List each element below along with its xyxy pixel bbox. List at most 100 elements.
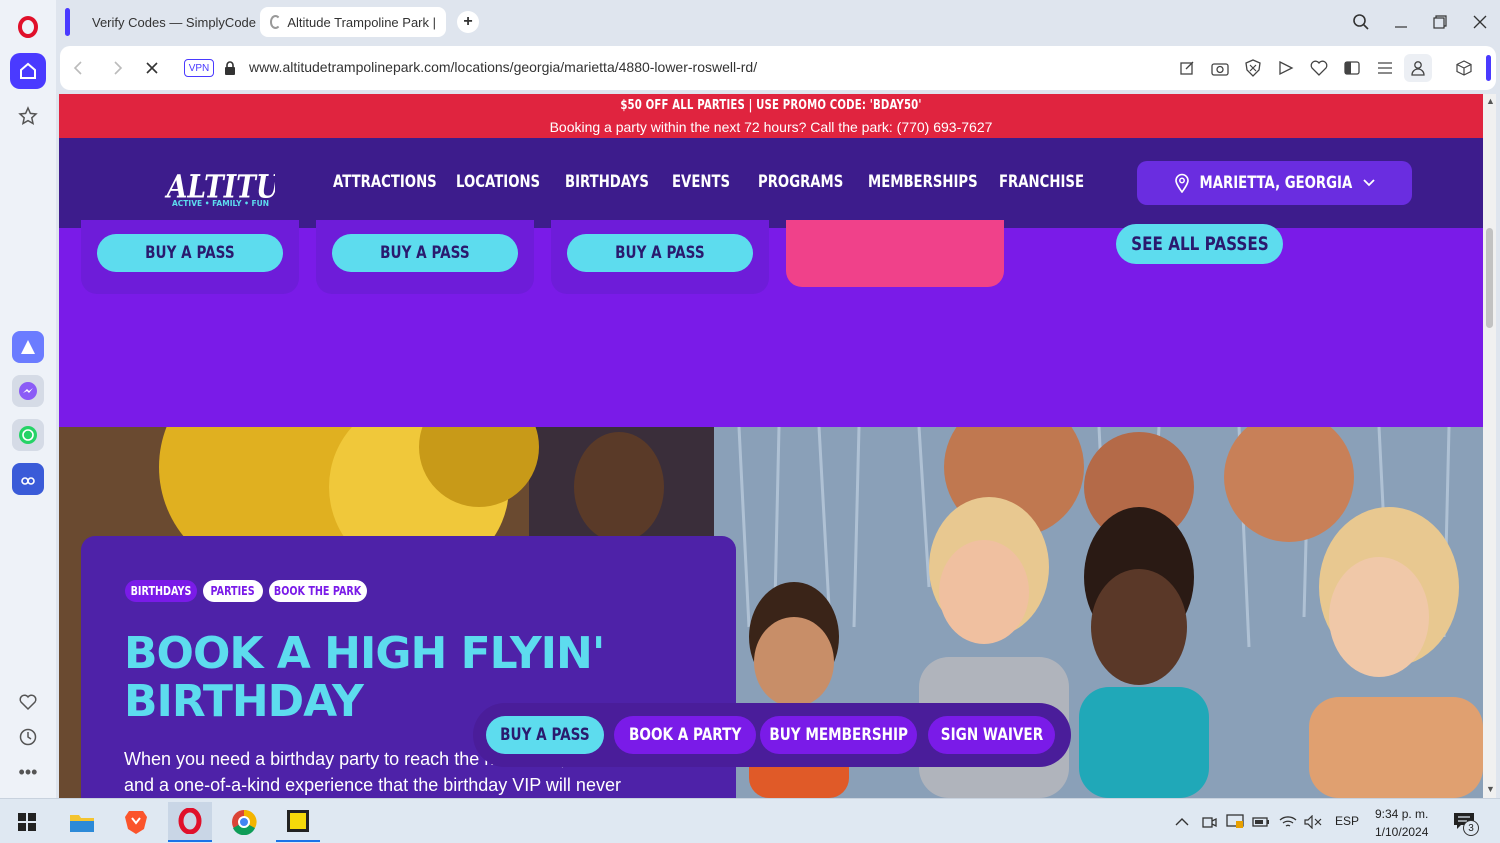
stop-loading-icon[interactable] <box>142 58 162 78</box>
battery-icon[interactable] <box>1252 813 1270 831</box>
back-icon[interactable] <box>68 58 88 78</box>
windows-start-icon[interactable] <box>5 802 49 842</box>
wifi-icon[interactable] <box>1279 813 1297 831</box>
map-pin-icon <box>1174 173 1189 193</box>
promo-phone-line[interactable]: Booking a party within the next 72 hours… <box>59 119 1483 135</box>
taskbar: ESP 9:34 p. m. 1/10/2024 3 <box>0 798 1500 843</box>
scroll-up-arrow-icon[interactable]: ▲ <box>1486 96 1495 106</box>
vpn-badge[interactable]: VPN <box>184 59 214 77</box>
home-icon[interactable] <box>10 53 46 89</box>
tag-book-the-park[interactable]: BOOK THE PARK <box>269 580 367 602</box>
loading-spinner-icon <box>270 15 282 29</box>
send-icon[interactable] <box>1276 58 1296 78</box>
file-explorer-icon[interactable] <box>60 802 104 842</box>
pass-card: BUY A PASS <box>81 220 299 294</box>
tab-label: Verify Codes — SimplyCodes <box>92 14 256 30</box>
nav-franchise[interactable]: FRANCHISE <box>999 172 1084 192</box>
favorite-heart-icon[interactable] <box>1309 58 1329 78</box>
sidebar-edge-indicator <box>1486 55 1491 81</box>
buy-pass-button[interactable]: BUY A PASS <box>97 234 283 272</box>
sidebar-toggle-icon[interactable] <box>1342 58 1362 78</box>
opera-taskbar-icon[interactable] <box>168 802 212 842</box>
featured-pass-card[interactable] <box>786 220 1004 287</box>
cta-label: BUY A PASS <box>500 725 590 745</box>
whatsapp-icon[interactable] <box>12 419 44 451</box>
cta-buy-pass-button[interactable]: BUY A PASS <box>486 716 604 754</box>
tab-strip: Verify Codes — SimplyCodes Altitude Tram… <box>56 0 1500 44</box>
camera-icon[interactable] <box>1210 58 1230 78</box>
url-text[interactable]: www.altitudetrampolinepark.com/locations… <box>249 59 757 75</box>
workspace-indicator <box>65 8 70 36</box>
tag-birthdays[interactable]: BIRTHDAYS <box>125 580 197 602</box>
svg-text:ACTIVE • FAMILY • FUN: ACTIVE • FAMILY • FUN <box>172 199 269 208</box>
cta-sign-waiver-button[interactable]: SIGN WAIVER <box>928 716 1055 754</box>
tray-overflow-chevron-icon[interactable] <box>1173 813 1191 831</box>
forward-icon[interactable] <box>108 58 128 78</box>
altitude-logo[interactable]: ALTITUDE ACTIVE • FAMILY • FUN <box>163 154 323 212</box>
notifications-icon[interactable]: 3 <box>1453 811 1479 836</box>
tab-altitude[interactable]: Altitude Trampoline Park | <box>260 7 446 37</box>
opera-menu-icon[interactable] <box>10 9 46 45</box>
tag-label: BOOK THE PARK <box>274 584 362 598</box>
clock[interactable]: 9:34 p. m. 1/10/2024 <box>1375 805 1428 841</box>
chrome-icon[interactable] <box>222 802 266 842</box>
extensions-cube-icon[interactable] <box>1454 58 1474 78</box>
location-label: MARIETTA, GEORGIA <box>1199 173 1352 193</box>
altitude-logo-image: ALTITUDE ACTIVE • FAMILY • FUN <box>164 167 323 208</box>
chevron-down-icon <box>1363 179 1376 187</box>
language-indicator[interactable]: ESP <box>1335 814 1359 828</box>
nav-attractions[interactable]: ATTRACTIONS <box>333 172 437 192</box>
sticky-notes-icon[interactable] <box>276 802 320 842</box>
clock-date: 1/10/2024 <box>1375 825 1429 839</box>
tab-label: Altitude Trampoline Park | <box>287 14 436 30</box>
scrollbar-thumb[interactable] <box>1486 228 1493 328</box>
cta-buy-membership-button[interactable]: BUY MEMBERSHIP <box>760 716 917 754</box>
see-all-label: SEE ALL PASSES <box>1130 233 1269 255</box>
nav-birthdays[interactable]: BIRTHDAYS <box>565 172 649 192</box>
volume-muted-icon[interactable] <box>1304 813 1322 831</box>
nav-events[interactable]: EVENTS <box>672 172 730 192</box>
minimize-icon[interactable] <box>1389 10 1413 34</box>
new-tab-plus-icon[interactable]: + <box>457 11 479 33</box>
notification-count-badge: 3 <box>1463 820 1479 836</box>
lock-icon[interactable] <box>220 58 240 78</box>
clock-time: 9:34 p. m. <box>1375 807 1429 821</box>
player-icon[interactable] <box>12 463 44 495</box>
aria-ai-icon[interactable] <box>12 331 44 363</box>
address-bar: VPN www.altitudetrampolinepark.com/locat… <box>60 46 1496 90</box>
buy-pass-button[interactable]: BUY A PASS <box>567 234 753 272</box>
display-alert-icon[interactable] <box>1226 813 1244 831</box>
tag-label: PARTIES <box>210 584 256 598</box>
scroll-down-arrow-icon[interactable]: ▼ <box>1486 784 1495 794</box>
edit-icon[interactable] <box>1177 58 1197 78</box>
nav-locations[interactable]: LOCATIONS <box>456 172 540 192</box>
more-options-icon[interactable]: ••• <box>10 754 46 790</box>
see-all-passes-button[interactable]: SEE ALL PASSES <box>1116 224 1283 264</box>
messenger-icon[interactable] <box>12 375 44 407</box>
meet-now-icon[interactable] <box>1200 813 1218 831</box>
cta-bar: BUY A PASS BOOK A PARTY BUY MEMBERSHIP S… <box>473 703 1071 767</box>
web-page: $50 OFF ALL PARTIES | USE PROMO CODE: 'B… <box>59 94 1483 798</box>
nav-programs[interactable]: PROGRAMS <box>758 172 843 192</box>
promo-banner: $50 OFF ALL PARTIES | USE PROMO CODE: 'B… <box>59 94 1483 138</box>
heart-icon[interactable] <box>10 684 46 720</box>
easy-setup-icon[interactable] <box>1375 58 1395 78</box>
bookmarks-star-icon[interactable] <box>10 98 46 134</box>
adblock-shield-icon[interactable] <box>1243 58 1263 78</box>
close-window-icon[interactable] <box>1468 10 1492 34</box>
restore-icon[interactable] <box>1428 10 1452 34</box>
page-scrollbar[interactable]: ▲ ▼ <box>1483 94 1496 798</box>
buy-pass-label: BUY A PASS <box>145 243 235 263</box>
buy-pass-button[interactable]: BUY A PASS <box>332 234 518 272</box>
nav-memberships[interactable]: MEMBERSHIPS <box>868 172 978 192</box>
search-tabs-icon[interactable] <box>1349 10 1373 34</box>
opera-sidebar: ••• <box>0 0 56 798</box>
history-clock-icon[interactable] <box>10 719 46 755</box>
tag-parties[interactable]: PARTIES <box>203 580 263 602</box>
promo-headline: $50 OFF ALL PARTIES | USE PROMO CODE: 'B… <box>620 98 922 113</box>
cta-book-party-button[interactable]: BOOK A PARTY <box>614 716 756 754</box>
location-selector[interactable]: MARIETTA, GEORGIA <box>1137 161 1412 205</box>
brave-browser-icon[interactable] <box>114 802 158 842</box>
tab-verify-codes[interactable]: Verify Codes — SimplyCodes <box>76 7 256 37</box>
profile-icon[interactable] <box>1404 54 1432 82</box>
